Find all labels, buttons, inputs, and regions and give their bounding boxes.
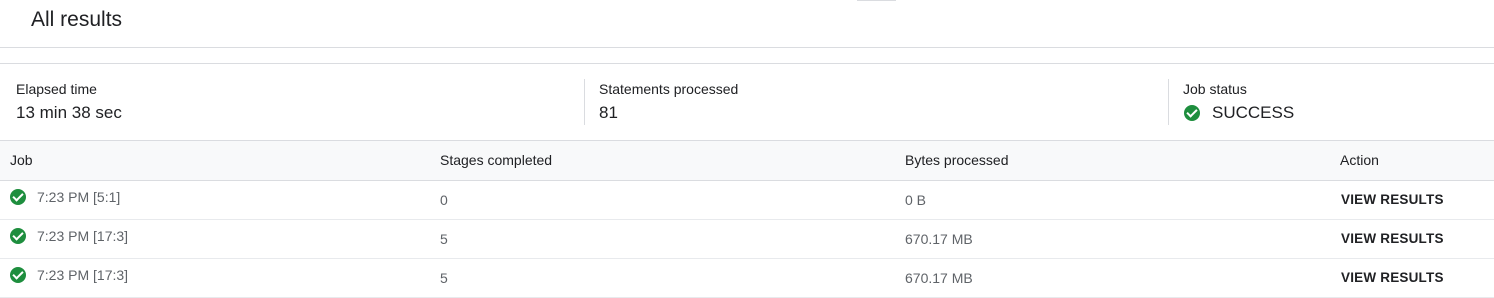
job-status-value: SUCCESS bbox=[1183, 103, 1294, 123]
stat-divider bbox=[1168, 79, 1169, 125]
job-status-label: Job status bbox=[1183, 81, 1247, 97]
job-name: 7:23 PM [17:3] bbox=[37, 228, 129, 244]
check-circle-icon bbox=[1184, 105, 1200, 121]
table-row: 7:23 PM [17:3] 5 670.17 MB VIEW RESULTS bbox=[0, 259, 1494, 298]
summary-panel: Elapsed time 13 min 38 sec Statements pr… bbox=[0, 63, 1494, 141]
view-results-button[interactable]: VIEW RESULTS bbox=[1341, 192, 1444, 207]
statements-stat: Statements processed 81 bbox=[599, 64, 1159, 140]
job-status-text: SUCCESS bbox=[1212, 103, 1295, 122]
stages-cell: 5 bbox=[440, 270, 448, 286]
job-status-stat: Job status SUCCESS bbox=[1183, 64, 1483, 140]
check-circle-icon bbox=[10, 267, 26, 283]
jobs-table: Job Stages completed Bytes processed Act… bbox=[0, 141, 1494, 298]
check-circle-icon bbox=[10, 189, 26, 205]
column-header-action: Action bbox=[1340, 152, 1379, 168]
statements-value: 81 bbox=[599, 103, 618, 122]
column-header-bytes[interactable]: Bytes processed bbox=[905, 152, 1009, 168]
elapsed-time-value: 13 min 38 sec bbox=[16, 103, 122, 122]
elapsed-time-label: Elapsed time bbox=[16, 81, 97, 97]
view-results-button[interactable]: VIEW RESULTS bbox=[1341, 231, 1444, 246]
job-cell[interactable]: 7:23 PM [5:1] bbox=[10, 189, 120, 205]
check-circle-icon bbox=[10, 228, 26, 244]
stages-cell: 0 bbox=[440, 192, 448, 208]
bytes-cell: 0 B bbox=[905, 192, 927, 208]
stat-divider bbox=[584, 79, 585, 125]
results-header: All results bbox=[0, 0, 1494, 48]
table-row: 7:23 PM [17:3] 5 670.17 MB VIEW RESULTS bbox=[0, 220, 1494, 259]
bytes-cell: 670.17 MB bbox=[905, 270, 973, 286]
table-row: 7:23 PM [5:1] 0 0 B VIEW RESULTS bbox=[0, 181, 1494, 220]
job-name: 7:23 PM [17:3] bbox=[37, 267, 129, 283]
page-title: All results bbox=[31, 8, 123, 31]
column-header-job[interactable]: Job bbox=[10, 152, 33, 168]
elapsed-time-stat: Elapsed time 13 min 38 sec bbox=[16, 64, 576, 140]
column-header-stages[interactable]: Stages completed bbox=[440, 152, 552, 168]
job-name: 7:23 PM [5:1] bbox=[37, 189, 121, 205]
job-cell[interactable]: 7:23 PM [17:3] bbox=[10, 267, 128, 283]
stages-cell: 5 bbox=[440, 231, 448, 247]
job-cell[interactable]: 7:23 PM [17:3] bbox=[10, 228, 128, 244]
table-header: Job Stages completed Bytes processed Act… bbox=[0, 141, 1494, 181]
bytes-cell: 670.17 MB bbox=[905, 231, 973, 247]
statements-label: Statements processed bbox=[599, 81, 739, 97]
header-divider bbox=[857, 0, 896, 1]
view-results-button[interactable]: VIEW RESULTS bbox=[1341, 270, 1444, 285]
